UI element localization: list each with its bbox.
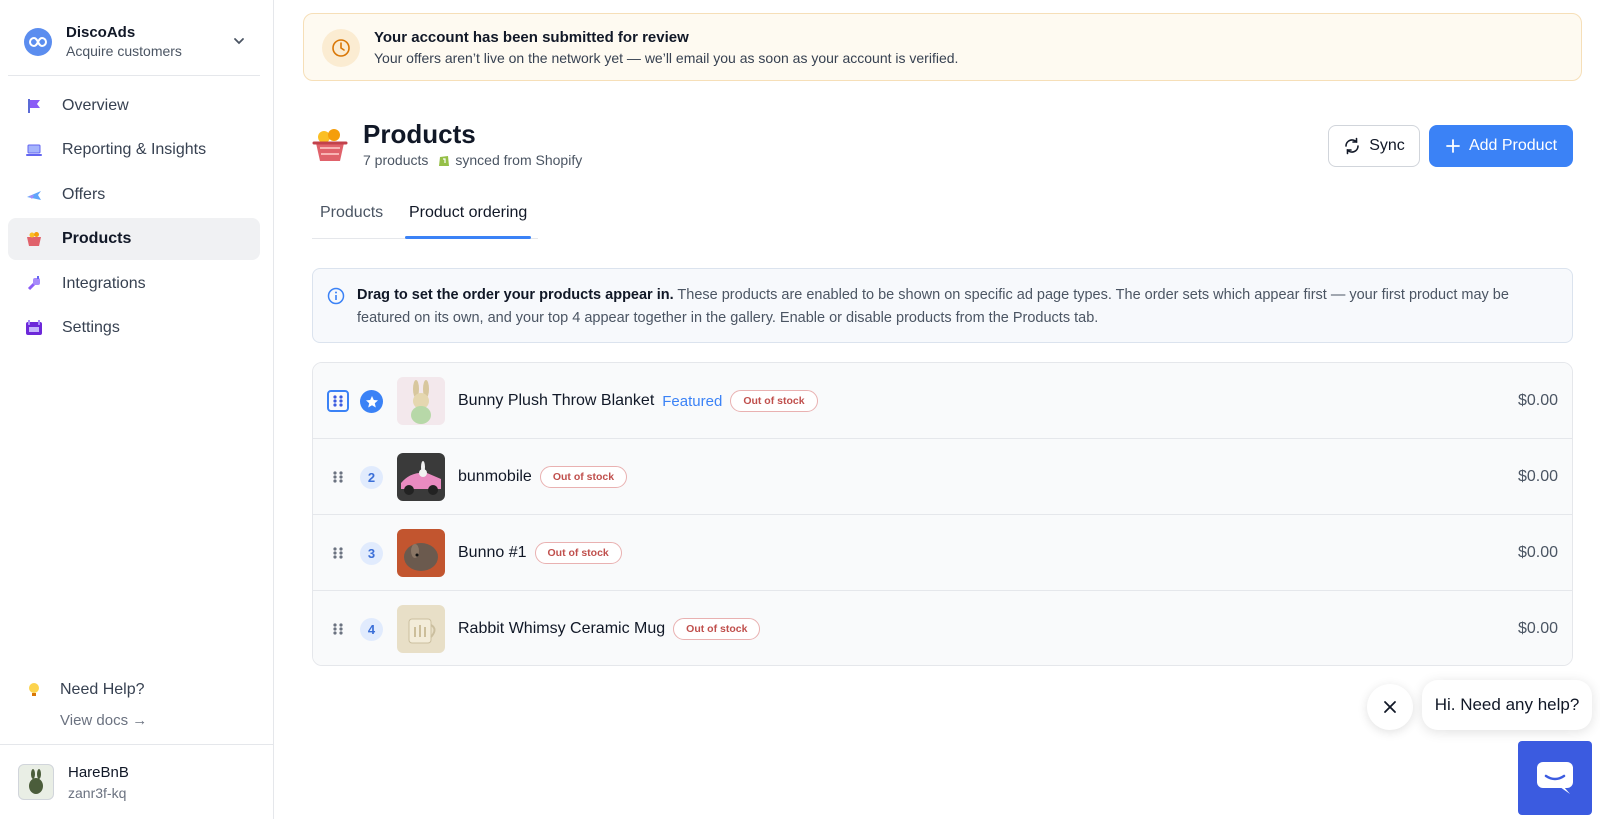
table-row[interactable]: Bunny Plush Throw Blanket Featured Out o… [313,363,1572,439]
need-help-link[interactable]: Need Help? [24,680,147,700]
product-thumbnail [397,377,445,425]
chat-launcher-button[interactable] [1518,741,1592,815]
product-name: bunmobile Out of stock [458,439,628,515]
plug-icon [24,274,44,294]
chat-close-button[interactable] [1367,684,1413,730]
synced-source: synced from Shopify [455,152,583,168]
plus-icon [1445,138,1461,154]
need-help-label: Need Help? [60,681,145,698]
chat-greeting[interactable]: Hi. Need any help? [1422,680,1592,730]
product-price: $0.00 [1517,620,1558,637]
workspace-subtitle: Acquire customers [66,43,182,59]
rank-badge: 2 [360,466,383,489]
chevron-down-icon [232,34,246,53]
help-section: Need Help? View docs → [24,680,147,729]
product-name-text: Bunny Plush Throw Blanket [458,392,655,409]
avatar [18,764,54,800]
page-title: Products [363,119,476,149]
product-name: Bunny Plush Throw Blanket Featured Out o… [458,363,818,439]
laptop-icon [24,140,44,160]
banner-title: Your account has been submitted for revi… [374,29,689,46]
product-name: Rabbit Whimsy Ceramic Mug Out of stock [458,591,761,665]
sidebar-item-label: Integrations [62,274,146,292]
status-badge: Out of stock [673,618,761,640]
table-row[interactable]: 4 Rabbit Whimsy Ceramic Mug Out of stock… [313,591,1572,665]
basket-icon [24,229,44,249]
status-badge: Out of stock [539,466,628,488]
status-badge: Out of stock [730,390,818,412]
table-row[interactable]: 2 bunmobile Out of stock $0.00 [313,439,1572,515]
account-name: HareBnB [68,763,129,781]
sync-button[interactable]: Sync [1328,125,1420,167]
sidebar: DiscoAds Acquire customers Overview Repo… [0,0,274,819]
product-thumbnail [397,453,445,501]
sidebar-item-label: Products [62,230,132,248]
product-price: $0.00 [1517,544,1558,561]
drag-handle-icon[interactable] [327,542,349,564]
featured-star-icon [360,390,383,413]
tab-products[interactable]: Products [316,204,387,239]
sidebar-item-settings[interactable]: Settings [8,307,260,349]
sidebar-item-integrations[interactable]: Integrations [8,263,260,305]
sync-icon [1343,137,1361,155]
drag-handle-icon[interactable] [327,466,349,488]
banner-text: Your offers aren’t live on the network y… [374,50,959,66]
info-bold: Drag to set the order your products appe… [357,287,674,303]
sidebar-item-label: Offers [62,185,106,203]
sidebar-nav: Overview Reporting & Insights Offers Pro… [8,85,260,351]
shopify-icon [439,156,450,166]
account-switcher[interactable]: HareBnB zanr3f-kq [0,744,274,819]
status-badge: Out of stock [534,542,622,564]
flag-icon [24,96,44,116]
product-name-text: bunmobile [458,468,532,485]
products-basket-icon [310,125,350,165]
sync-label: Sync [1369,137,1405,154]
info-icon [327,287,345,310]
rank-badge: 4 [360,618,383,641]
tab-label: Product ordering [409,204,528,221]
product-order-list: Bunny Plush Throw Blanket Featured Out o… [312,362,1573,666]
page-meta: 7 products synced from Shopify [363,152,582,168]
product-tabs: Products Product ordering [312,192,1573,239]
product-name-text: Bunno #1 [458,544,527,561]
review-banner: Your account has been submitted for revi… [303,13,1582,81]
drag-handle-icon[interactable] [327,390,349,412]
add-product-button[interactable]: Add Product [1429,125,1573,167]
rank-badge: 3 [360,542,383,565]
featured-label: Featured [662,392,723,410]
product-count: 7 products [363,152,429,168]
add-product-label: Add Product [1468,137,1558,154]
table-row[interactable]: 3 Bunno #1 Out of stock $0.00 [313,515,1572,591]
view-docs-link[interactable]: View docs → [60,712,147,729]
product-price: $0.00 [1517,468,1558,485]
plane-icon [24,185,44,205]
workspace-switcher[interactable]: DiscoAds Acquire customers [8,8,260,76]
product-thumbnail [397,529,445,577]
workspace-name: DiscoAds [66,24,136,41]
lightbulb-icon [24,680,44,700]
sidebar-item-products[interactable]: Products [8,218,260,261]
product-name: Bunno #1 Out of stock [458,515,622,591]
tab-product-ordering[interactable]: Product ordering [405,204,532,239]
chat-icon [1537,762,1573,794]
sidebar-item-label: Reporting & Insights [62,141,207,159]
account-id: zanr3f-kq [68,784,127,801]
sidebar-item-label: Overview [62,97,129,114]
info-text: Drag to set the order your products appe… [357,284,1547,330]
active-tab-indicator [405,236,532,239]
clock-icon [322,29,360,67]
discoads-logo-icon [24,27,52,56]
sidebar-item-overview[interactable]: Overview [8,85,260,127]
product-thumbnail [397,605,445,653]
product-name-text: Rabbit Whimsy Ceramic Mug [458,620,666,637]
drag-handle-icon[interactable] [327,618,349,640]
ordering-info-box: Drag to set the order your products appe… [312,268,1573,343]
product-price: $0.00 [1517,392,1558,409]
close-icon [1384,701,1396,713]
sidebar-item-offers[interactable]: Offers [8,174,260,216]
sidebar-item-reporting[interactable]: Reporting & Insights [8,129,260,171]
gear-icon [24,318,44,338]
sidebar-item-label: Settings [62,318,120,336]
